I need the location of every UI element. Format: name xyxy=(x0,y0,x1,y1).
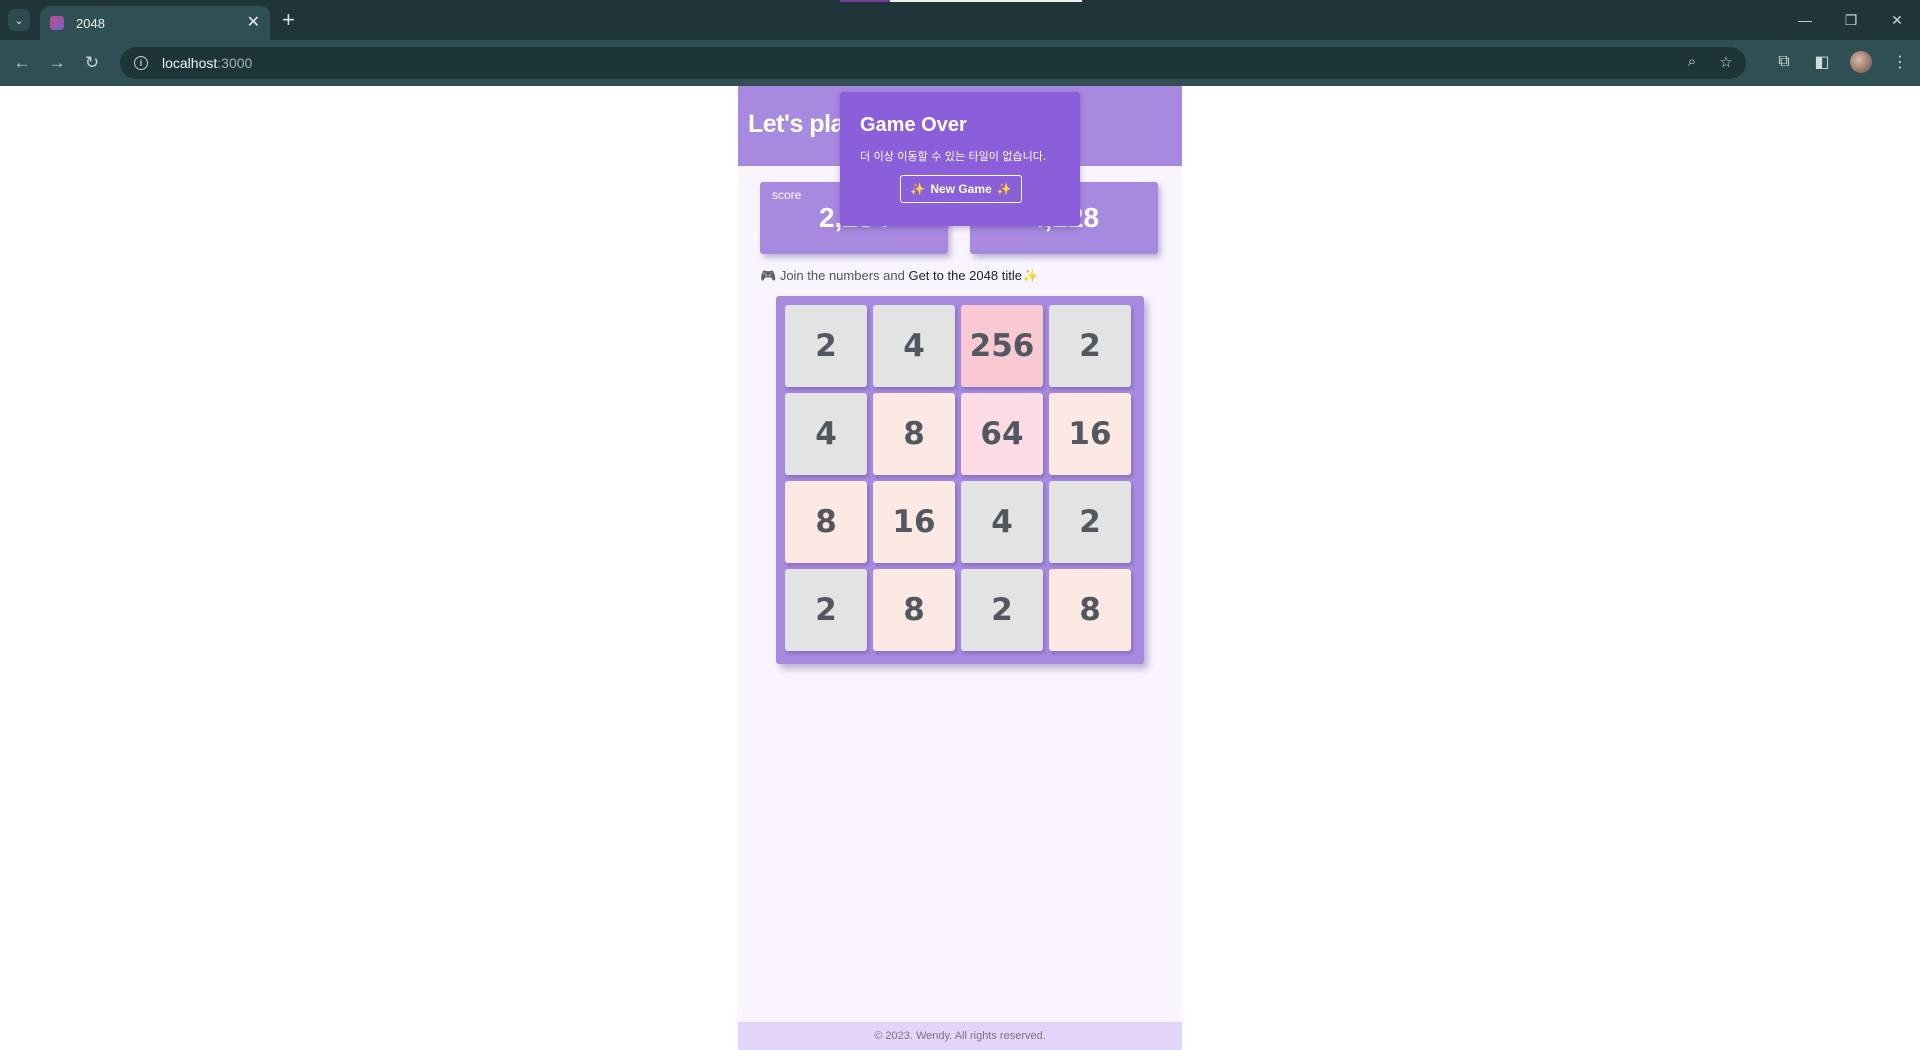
gamepad-icon: 🎮 xyxy=(760,268,777,283)
tile: 8 xyxy=(1049,569,1131,651)
site-info-icon[interactable]: i xyxy=(134,56,148,70)
favicon-icon xyxy=(50,16,64,30)
tile: 8 xyxy=(785,481,867,563)
tagline: 🎮 Join the numbers and Get to the 2048 t… xyxy=(760,268,1038,284)
new-tab-icon[interactable]: + xyxy=(282,8,295,32)
bookmark-star-icon[interactable]: ☆ xyxy=(1716,53,1736,71)
tile: 2 xyxy=(785,305,867,387)
url-host: localhost xyxy=(162,55,218,71)
new-game-label: New Game xyxy=(930,182,992,196)
modal-message: 더 이상 이동할 수 있는 타일이 없습니다. xyxy=(860,150,1047,163)
sparkle-icon: ✨ xyxy=(1021,268,1039,283)
reload-icon[interactable]: ↻ xyxy=(80,51,104,75)
game-page: Let's play 2048 score 2,284 best 4,128 🎮… xyxy=(738,86,1182,1050)
score-label: score xyxy=(772,188,802,202)
tile: 256 xyxy=(961,305,1043,387)
tile: 64 xyxy=(961,393,1043,475)
tile: 8 xyxy=(873,569,955,651)
tile: 4 xyxy=(961,481,1043,563)
game-board[interactable]: 2 4 256 2 4 8 64 16 8 16 4 2 2 8 2 8 xyxy=(776,296,1144,664)
close-tab-icon[interactable]: ✕ xyxy=(247,15,260,31)
tile: 2 xyxy=(1049,305,1131,387)
page-footer: © 2023. Wendy. All rights reserved. xyxy=(738,1022,1182,1050)
url-port: :3000 xyxy=(217,55,253,71)
address-bar[interactable]: i localhost:3000 ⌕ ☆ xyxy=(120,47,1746,79)
browser-tab-bar: ⌄ 2048 ✕ + — ❐ ✕ xyxy=(0,0,1920,40)
sparkle-icon: ✨ xyxy=(996,182,1012,196)
minimize-icon[interactable]: — xyxy=(1782,0,1828,40)
tile: 4 xyxy=(873,305,955,387)
game-over-modal: Game Over 더 이상 이동할 수 있는 타일이 없습니다. ✨ New … xyxy=(840,92,1080,226)
extensions-icon[interactable]: ⧉ xyxy=(1774,53,1794,71)
tab-strip-accent xyxy=(840,0,1082,2)
tile: 8 xyxy=(873,393,955,475)
side-panel-icon[interactable]: ◧ xyxy=(1812,52,1832,72)
tile: 2 xyxy=(961,569,1043,651)
tile: 16 xyxy=(873,481,955,563)
browser-toolbar: ← → ↻ i localhost:3000 ⌕ ☆ ⧉ ◧ ⋮ xyxy=(0,40,1920,86)
window-controls: — ❐ ✕ xyxy=(1782,0,1920,40)
tab-search-chevron-icon[interactable]: ⌄ xyxy=(8,9,30,31)
tagline-text: Join the numbers and xyxy=(779,268,905,283)
tile: 2 xyxy=(1049,481,1131,563)
tab-title: 2048 xyxy=(76,15,105,31)
tile: 2 xyxy=(785,569,867,651)
profile-avatar[interactable] xyxy=(1850,51,1872,73)
browser-tab[interactable]: 2048 ✕ xyxy=(40,6,270,40)
menu-kebab-icon[interactable]: ⋮ xyxy=(1890,52,1910,72)
restore-icon[interactable]: ❐ xyxy=(1828,0,1874,40)
tile: 4 xyxy=(785,393,867,475)
tile-grid: 2 4 256 2 4 8 64 16 8 16 4 2 2 8 2 8 xyxy=(785,305,1135,651)
modal-title: Game Over xyxy=(860,114,967,136)
sparkle-icon: ✨ xyxy=(910,182,926,196)
close-window-icon[interactable]: ✕ xyxy=(1874,0,1920,40)
tagline-goal: Get to the 2048 title xyxy=(908,268,1022,283)
back-arrow-icon[interactable]: ← xyxy=(10,51,34,75)
forward-arrow-icon[interactable]: → xyxy=(45,51,69,75)
new-game-button[interactable]: ✨ New Game ✨ xyxy=(900,175,1022,203)
tile: 16 xyxy=(1049,393,1131,475)
zoom-icon[interactable]: ⌕ xyxy=(1682,53,1702,71)
